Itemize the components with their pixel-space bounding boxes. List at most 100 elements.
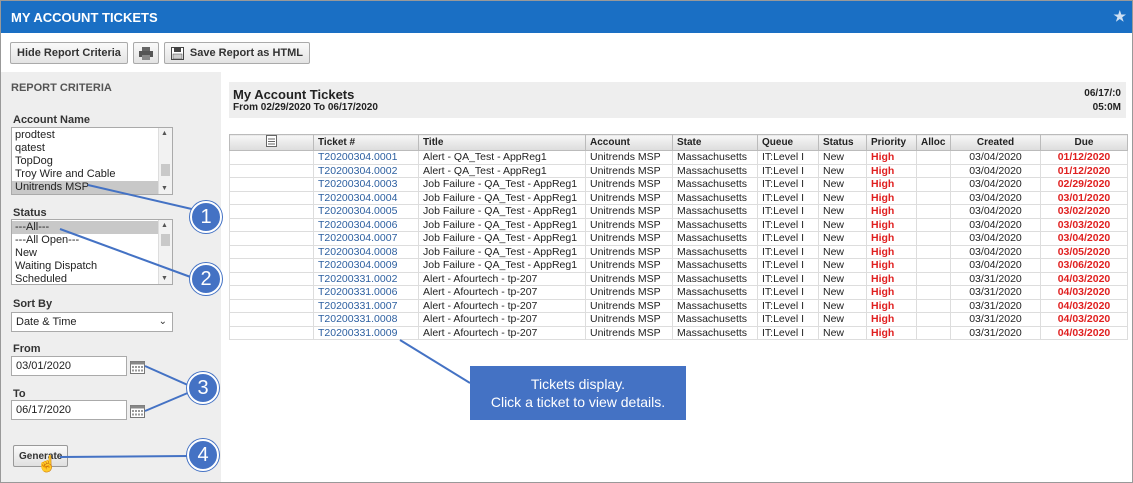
ticket-due: 03/04/2020 — [1040, 231, 1128, 246]
status-listbox[interactable]: ---All--- ---All Open--- New Waiting Dis… — [11, 219, 173, 285]
calendar-icon[interactable] — [130, 360, 145, 374]
column-header-title[interactable]: Title — [418, 134, 586, 151]
ticket-number-link[interactable]: T20200304.0008 — [313, 244, 419, 259]
column-header-account[interactable]: Account — [585, 134, 673, 151]
row-select-cell[interactable] — [229, 298, 314, 313]
status-option[interactable]: Waiting Dispatch — [12, 260, 172, 273]
row-select-cell[interactable] — [229, 217, 314, 232]
row-select-cell[interactable] — [229, 325, 314, 340]
account-name-listbox[interactable]: prodtest qatest TopDog Troy Wire and Cab… — [11, 127, 173, 195]
row-select-cell[interactable] — [229, 177, 314, 192]
ticket-priority: High — [866, 271, 917, 286]
account-option[interactable]: qatest — [12, 142, 172, 155]
row-select-cell[interactable] — [229, 285, 314, 300]
scroll-down-icon[interactable]: ▼ — [161, 185, 168, 192]
account-option-selected[interactable]: Unitrends MSP — [12, 181, 172, 194]
ticket-number-link[interactable]: T20200304.0006 — [313, 217, 419, 232]
account-option[interactable]: TopDog — [12, 155, 172, 168]
row-select-cell[interactable] — [229, 204, 314, 219]
ticket-number-link[interactable]: T20200304.0002 — [313, 163, 419, 178]
ticket-status: New — [818, 258, 867, 273]
column-header-created[interactable]: Created — [950, 134, 1041, 151]
ticket-due: 04/03/2020 — [1040, 285, 1128, 300]
print-button[interactable] — [132, 42, 159, 64]
column-chooser-header[interactable] — [229, 134, 314, 151]
ticket-number-link[interactable]: T20200304.0003 — [313, 177, 419, 192]
star-icon[interactable]: ★ — [1113, 8, 1126, 25]
ticket-number-link[interactable]: T20200331.0002 — [313, 271, 419, 286]
column-header-queue[interactable]: Queue — [757, 134, 819, 151]
column-header-alloc[interactable]: Alloc — [916, 134, 951, 151]
calendar-icon[interactable] — [130, 404, 145, 418]
ticket-queue: IT:Level I — [757, 325, 819, 340]
report-criteria-panel: REPORT CRITERIA Account Name prodtest qa… — [1, 72, 221, 482]
sort-by-select[interactable]: Date & Time ⌄ — [11, 312, 173, 332]
ticket-number-link[interactable]: T20200331.0008 — [313, 312, 419, 327]
account-option[interactable]: Troy Wire and Cable — [12, 168, 172, 181]
table-row[interactable]: T20200304.0003 Job Failure - QA_Test - Ap… — [229, 177, 1128, 192]
to-date-input[interactable]: 06/17/2020 — [11, 400, 127, 420]
row-select-cell[interactable] — [229, 312, 314, 327]
ticket-number-link[interactable]: T20200304.0004 — [313, 190, 419, 205]
scroll-up-icon[interactable]: ▲ — [161, 222, 168, 229]
row-select-cell[interactable] — [229, 150, 314, 165]
scroll-thumb[interactable] — [161, 234, 170, 246]
save-report-html-button[interactable]: Save Report as HTML — [163, 42, 311, 64]
scroll-up-icon[interactable]: ▲ — [161, 130, 168, 137]
ticket-status: New — [818, 244, 867, 259]
ticket-title: Job Failure - QA_Test - AppReg1 — [418, 217, 586, 232]
ticket-created: 03/04/2020 — [950, 244, 1041, 259]
ticket-state: Massachusetts — [672, 258, 758, 273]
table-row[interactable]: T20200304.0001 Alert - QA_Test - AppReg1 U… — [229, 150, 1128, 165]
column-header-due[interactable]: Due — [1040, 134, 1128, 151]
hide-report-criteria-button[interactable]: Hide Report Criteria — [10, 42, 128, 64]
ticket-title: Job Failure - QA_Test - AppReg1 — [418, 244, 586, 259]
status-option[interactable]: New — [12, 247, 172, 260]
table-row[interactable]: T20200304.0007 Job Failure - QA_Test - Ap… — [229, 231, 1128, 246]
row-select-cell[interactable] — [229, 231, 314, 246]
table-row[interactable]: T20200304.0004 Job Failure - QA_Test - Ap… — [229, 190, 1128, 205]
status-option-selected[interactable]: ---All--- — [12, 221, 172, 234]
ticket-number-link[interactable]: T20200331.0009 — [313, 325, 419, 340]
column-header-state[interactable]: State — [672, 134, 758, 151]
scroll-thumb[interactable] — [161, 164, 170, 176]
ticket-due: 03/03/2020 — [1040, 217, 1128, 232]
table-row[interactable]: T20200304.0008 Job Failure - QA_Test - Ap… — [229, 244, 1128, 259]
ticket-number-link[interactable]: T20200331.0007 — [313, 298, 419, 313]
status-option[interactable]: Scheduled — [12, 273, 172, 284]
ticket-number-link[interactable]: T20200304.0001 — [313, 150, 419, 165]
table-row[interactable]: T20200331.0007 Alert - Afourtech - tp-207… — [229, 298, 1128, 313]
account-option[interactable]: prodtest — [12, 129, 172, 142]
ticket-number-link[interactable]: T20200304.0007 — [313, 231, 419, 246]
table-row[interactable]: T20200304.0006 Job Failure - QA_Test - Ap… — [229, 217, 1128, 232]
table-row[interactable]: T20200304.0005 Job Failure - QA_Test - Ap… — [229, 204, 1128, 219]
scroll-down-icon[interactable]: ▼ — [161, 275, 168, 282]
ticket-number-link[interactable]: T20200304.0005 — [313, 204, 419, 219]
ticket-account: Unitrends MSP — [585, 258, 673, 273]
table-row[interactable]: T20200331.0009 Alert - Afourtech - tp-207… — [229, 325, 1128, 340]
row-select-cell[interactable] — [229, 258, 314, 273]
status-scrollbar[interactable]: ▲ ▼ — [158, 220, 172, 284]
ticket-number-link[interactable]: T20200331.0006 — [313, 285, 419, 300]
table-row[interactable]: T20200331.0008 Alert - Afourtech - tp-207… — [229, 312, 1128, 327]
column-header-priority[interactable]: Priority — [866, 134, 917, 151]
ticket-title: Alert - Afourtech - tp-207 — [418, 325, 586, 340]
row-select-cell[interactable] — [229, 190, 314, 205]
column-chooser-icon[interactable] — [266, 135, 277, 147]
account-scrollbar[interactable]: ▲ ▼ — [158, 128, 172, 194]
table-row[interactable]: T20200331.0002 Alert - Afourtech - tp-207… — [229, 271, 1128, 286]
table-row[interactable]: T20200304.0002 Alert - QA_Test - AppReg1 U… — [229, 163, 1128, 178]
ticket-queue: IT:Level I — [757, 177, 819, 192]
row-select-cell[interactable] — [229, 244, 314, 259]
table-row[interactable]: T20200331.0006 Alert - Afourtech - tp-207… — [229, 285, 1128, 300]
row-select-cell[interactable] — [229, 271, 314, 286]
ticket-number-link[interactable]: T20200304.0009 — [313, 258, 419, 273]
status-option[interactable]: ---All Open--- — [12, 234, 172, 247]
column-header-ticket[interactable]: Ticket # — [313, 134, 419, 151]
column-header-status[interactable]: Status — [818, 134, 867, 151]
ticket-priority: High — [866, 163, 917, 178]
row-select-cell[interactable] — [229, 163, 314, 178]
from-date-input[interactable]: 03/01/2020 — [11, 356, 127, 376]
table-row[interactable]: T20200304.0009 Job Failure - QA_Test - Ap… — [229, 258, 1128, 273]
sort-by-label: Sort By — [13, 298, 53, 310]
